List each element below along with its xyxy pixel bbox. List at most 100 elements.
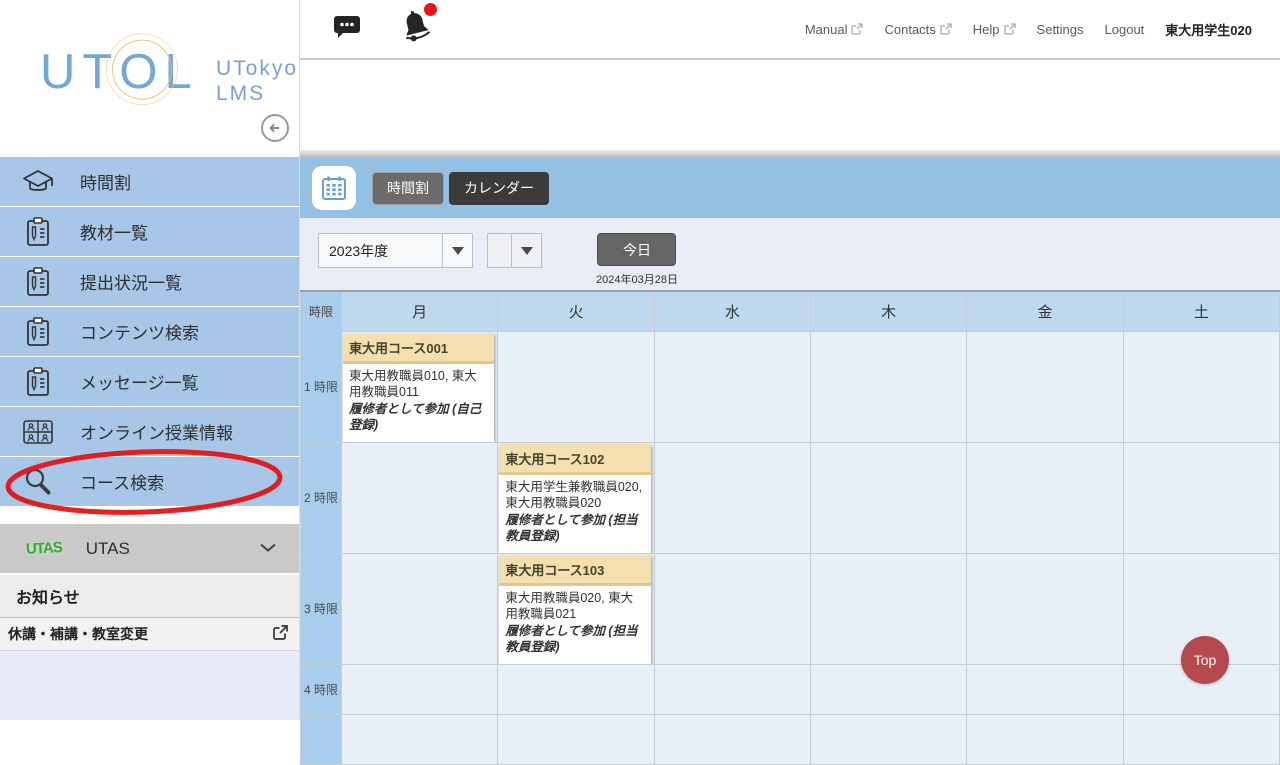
timetable-cell: 東大用コース103 東大用教職員020, 東大用教職員021 履修者として参加 … <box>498 553 654 664</box>
dropdown-arrow <box>442 234 472 267</box>
period-label <box>301 714 342 764</box>
timetable-header-band: 時間割 カレンダー <box>300 158 1280 218</box>
external-link-icon <box>851 23 863 35</box>
day-header-sat: 土 <box>1123 291 1279 331</box>
timetable-cell <box>810 331 966 442</box>
current-date-label: 2024年03月28日 <box>596 271 678 287</box>
external-link-icon <box>1004 23 1016 35</box>
sidebar-item-label: コース検索 <box>80 469 164 494</box>
timetable-cell <box>342 442 498 553</box>
timetable-cell <box>498 331 654 442</box>
help-link[interactable]: Help <box>973 22 1016 37</box>
contacts-link-label: Contacts <box>884 22 935 37</box>
sidebar-item-materials[interactable]: 教材一覧 <box>0 207 299 256</box>
course-body: 東大用教職員010, 東大用教職員011 履修者として参加 (自己登録) <box>343 364 494 442</box>
tab-timetable[interactable]: 時間割 <box>372 172 444 205</box>
graduation-cap-icon <box>20 164 56 200</box>
timetable-header-row: 時限 月 火 水 木 金 土 <box>301 291 1280 331</box>
sidebar-collapse-button[interactable] <box>261 114 289 142</box>
sidebar-item-course-search[interactable]: コース検索 <box>0 457 299 506</box>
timetable-cell <box>967 331 1123 442</box>
period-column-header: 時限 <box>301 291 342 331</box>
today-group: 今日 2024年03月28日 <box>596 233 678 287</box>
sidebar-item-label: 教材一覧 <box>80 219 148 244</box>
arrow-left-icon <box>267 120 283 136</box>
timetable-cell: 東大用コース102 東大用学生兼教職員020, 東大用教職員020 履修者として… <box>498 442 654 553</box>
logo-subtitle: UTokyo LMS <box>216 56 298 106</box>
timetable-cell <box>498 714 654 764</box>
clipboard-icon <box>20 314 56 350</box>
timetable-cell <box>654 714 810 764</box>
day-header-tue: 火 <box>498 291 654 331</box>
settings-link[interactable]: Settings <box>1037 22 1084 37</box>
timetable-cell <box>654 553 810 664</box>
utas-logo: UTAS <box>26 539 63 558</box>
scroll-to-top-button[interactable]: Top <box>1181 636 1229 684</box>
manual-link-label: Manual <box>805 22 848 37</box>
day-header-thu: 木 <box>810 291 966 331</box>
timetable-cell <box>967 553 1123 664</box>
clipboard-icon <box>20 214 56 250</box>
logo-subtitle-bottom: LMS <box>216 81 298 106</box>
course-title: 東大用コース001 <box>343 333 494 364</box>
today-button[interactable]: 今日 <box>597 233 676 266</box>
sidebar-item-timetable[interactable]: 時間割 <box>0 157 299 206</box>
panel-shadow <box>300 150 1280 158</box>
news-header-label: お知らせ <box>16 584 80 608</box>
utas-label: UTAS <box>86 539 130 559</box>
notifications-bell-icon[interactable] <box>398 7 434 52</box>
scroll-to-top-label: Top <box>1194 652 1217 668</box>
sidebar-item-utas[interactable]: UTAS UTAS <box>0 524 299 573</box>
logout-link-label: Logout <box>1105 22 1145 37</box>
logout-link[interactable]: Logout <box>1105 22 1145 37</box>
today-button-label: 今日 <box>623 240 651 260</box>
timetable-row-period3: 3 時限 東大用コース103 東大用教職員020, 東大用教職員021 履修者と… <box>301 553 1280 664</box>
contacts-link[interactable]: Contacts <box>884 22 951 37</box>
timetable-cell <box>498 664 654 714</box>
sidebar-item-online-class-info[interactable]: オンライン授業情報 <box>0 407 299 456</box>
sidebar: UTOL UTokyo LMS 時間割 <box>0 0 300 720</box>
clipboard-icon <box>20 364 56 400</box>
timetable-cell <box>654 442 810 553</box>
news-link-class-changes[interactable]: 休講・補講・教室変更 <box>0 618 299 651</box>
timetable-cell <box>1123 714 1279 764</box>
calendar-tile <box>312 166 356 210</box>
period-label: 1 時限 <box>301 331 342 442</box>
timetable-cell <box>654 331 810 442</box>
search-icon <box>20 464 56 500</box>
course-role: 履修者として参加 (自己登録) <box>349 401 488 434</box>
tab-calendar[interactable]: カレンダー <box>449 172 549 205</box>
notification-badge <box>424 3 437 16</box>
course-card-102[interactable]: 東大用コース102 東大用学生兼教職員020, 東大用教職員020 履修者として… <box>499 444 650 553</box>
day-header-wed: 水 <box>654 291 810 331</box>
content-blank-area <box>300 60 1280 150</box>
messages-icon[interactable] <box>332 13 362 45</box>
timetable-cell <box>1123 442 1279 553</box>
external-link-icon <box>272 624 289 644</box>
top-bar: Manual Contacts Help <box>300 0 1280 60</box>
timetable-cell: 東大用コース001 東大用教職員010, 東大用教職員011 履修者として参加 … <box>342 331 498 442</box>
sidebar-item-submissions[interactable]: 提出状況一覧 <box>0 257 299 306</box>
timetable-cell <box>967 442 1123 553</box>
term-select[interactable] <box>487 233 542 268</box>
sidebar-item-label: 時間割 <box>80 169 131 194</box>
course-card-103[interactable]: 東大用コース103 東大用教職員020, 東大用教職員021 履修者として参加 … <box>499 555 650 664</box>
timetable-cell <box>810 553 966 664</box>
year-select[interactable]: 2023年度 <box>318 233 473 268</box>
course-card-001[interactable]: 東大用コース001 東大用教職員010, 東大用教職員011 履修者として参加 … <box>343 333 494 442</box>
timetable-cell <box>967 664 1123 714</box>
timetable-controls: 2023年度 今日 2024年03月28日 <box>300 218 1280 290</box>
timetable-cell <box>342 714 498 764</box>
sidebar-item-content-search[interactable]: コンテンツ検索 <box>0 307 299 356</box>
external-link-icon <box>940 23 952 35</box>
manual-link[interactable]: Manual <box>805 22 864 37</box>
dropdown-arrow <box>511 234 541 267</box>
timetable-cell <box>810 442 966 553</box>
timetable-row-period5 <box>301 714 1280 764</box>
sidebar-item-label: コンテンツ検索 <box>80 319 199 344</box>
username: 東大用学生020 <box>1165 20 1252 39</box>
logo-area: UTOL UTokyo LMS <box>0 0 299 157</box>
day-header-fri: 金 <box>967 291 1123 331</box>
sidebar-item-messages[interactable]: メッセージ一覧 <box>0 357 299 406</box>
day-header-mon: 月 <box>342 291 498 331</box>
